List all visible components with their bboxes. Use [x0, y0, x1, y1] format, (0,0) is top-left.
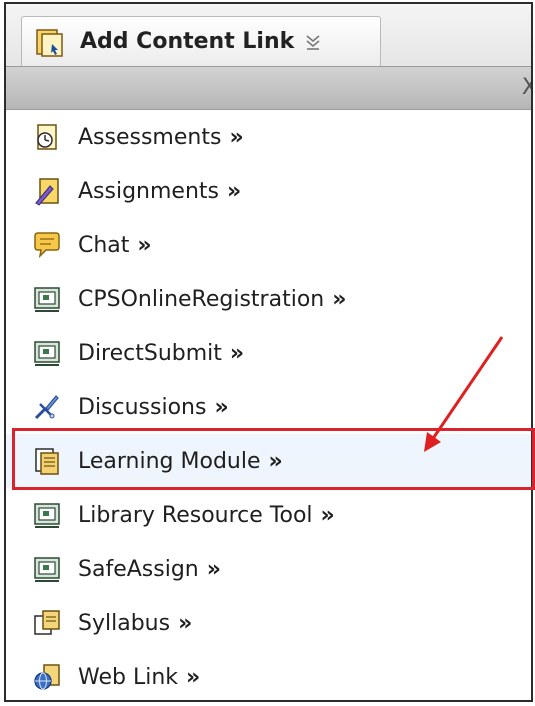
menu-item-label: Learning Module [78, 448, 261, 474]
page-icon [36, 28, 63, 57]
menu-item-label: DirectSubmit [78, 340, 222, 366]
arrow-icon: » [206, 556, 221, 582]
learning-module-icon [35, 448, 59, 475]
tool-icon [34, 503, 60, 528]
menu-item-safeassign[interactable]: SafeAssign » [6, 542, 531, 596]
tool-icon [34, 557, 60, 582]
menu-item-label: Web Link [78, 664, 179, 690]
content-link-panel: X Assessments » Assignments » [6, 66, 531, 700]
menu-item-assignments[interactable]: Assignments » [6, 164, 531, 218]
arrow-icon: » [137, 232, 152, 258]
menu-item-label: Syllabus [78, 610, 171, 636]
menu-item-label: Assignments [78, 178, 219, 204]
menu-item-web-link[interactable]: Web Link » [6, 650, 531, 700]
menu-item-label: CPSOnlineRegistration [78, 286, 325, 312]
chat-icon [34, 232, 60, 259]
menu-item-chat[interactable]: Chat » [6, 218, 531, 272]
panel-header: X [6, 67, 531, 110]
menu-item-directsubmit[interactable]: DirectSubmit » [6, 326, 531, 380]
chevron-down-icon[interactable] [304, 33, 322, 51]
toolbar: Add Content Link [6, 4, 531, 74]
menu-item-label: SafeAssign [78, 556, 199, 582]
assessment-icon [37, 124, 57, 150]
menu-item-cpsonlineregistration[interactable]: CPSOnlineRegistration » [6, 272, 531, 326]
arrow-icon: » [229, 124, 244, 150]
arrow-icon: » [227, 178, 242, 204]
menu-item-label: Assessments [78, 124, 222, 150]
tool-icon [34, 287, 60, 312]
add-content-link-menu: Add Content Link X Assessments » [4, 2, 533, 702]
content-type-list: Assessments » Assignments » Chat » CPSOn… [6, 110, 531, 700]
menu-item-syllabus[interactable]: Syllabus » [6, 596, 531, 650]
menu-item-label: Chat [78, 232, 130, 258]
arrow-icon: » [268, 448, 283, 474]
arrow-icon: » [186, 664, 201, 690]
arrow-icon: » [320, 502, 335, 528]
discussion-icon [34, 395, 59, 420]
add-content-link-label: Add Content Link [80, 29, 295, 54]
arrow-icon: » [214, 394, 229, 420]
syllabus-icon [34, 610, 60, 635]
menu-item-library-resource-tool[interactable]: Library Resource Tool » [6, 488, 531, 542]
arrow-icon: » [332, 286, 347, 312]
menu-item-discussions[interactable]: Discussions » [6, 380, 531, 434]
add-content-link-button[interactable]: Add Content Link [21, 16, 381, 66]
menu-item-label: Discussions [78, 394, 207, 420]
menu-item-label: Library Resource Tool [78, 502, 313, 528]
assignment-icon [35, 178, 59, 206]
tool-icon [34, 341, 60, 366]
menu-item-assessments[interactable]: Assessments » [6, 110, 531, 164]
arrow-icon: » [229, 340, 245, 366]
close-button[interactable]: X [522, 75, 531, 100]
arrow-icon: » [178, 610, 193, 636]
web-link-icon [34, 664, 60, 690]
menu-item-learning-module[interactable]: Learning Module » [6, 434, 531, 488]
